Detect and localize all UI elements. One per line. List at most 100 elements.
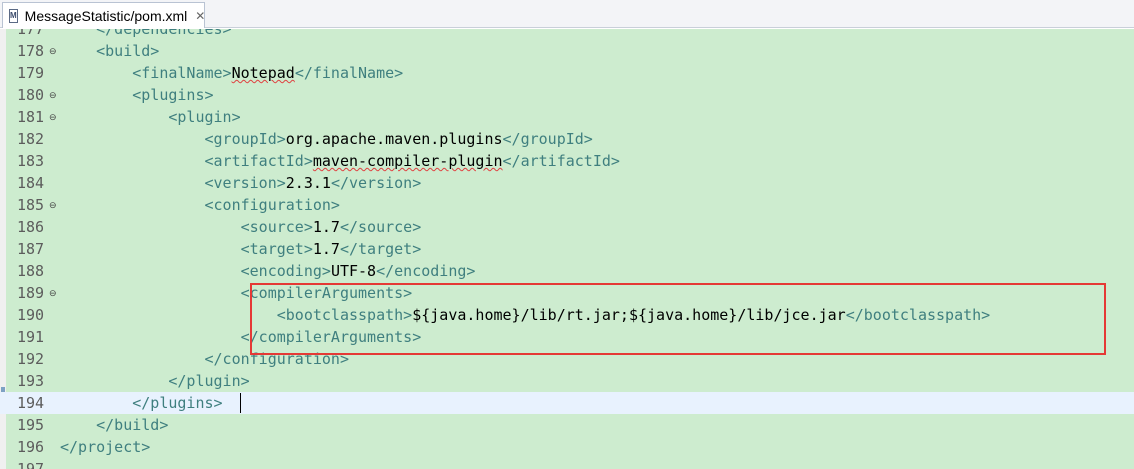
close-icon[interactable]: ✕ [195, 9, 205, 23]
code-line[interactable]: 179 <finalName>Notepad</finalName> [0, 62, 1134, 84]
code-line[interactable]: 178 ⊖ <build> [0, 40, 1134, 62]
xml-tag: <configuration> [204, 196, 340, 214]
xml-tag: </artifactId> [502, 152, 620, 170]
code-text: <build> [60, 40, 159, 62]
code-text: </build> [60, 414, 168, 436]
xml-tag: </plugins> [132, 394, 223, 412]
line-number: 178 [17, 42, 45, 60]
code-text: <plugin> [60, 106, 240, 128]
code-line[interactable]: 181 ⊖ <plugin> [0, 106, 1134, 128]
code-line[interactable]: 186 <source>1.7</source> [0, 216, 1134, 238]
code-line[interactable]: 187 <target>1.7</target> [0, 238, 1134, 260]
fold-toggle-icon[interactable]: ⊖ [49, 40, 57, 62]
fold-toggle-icon[interactable]: ⊖ [49, 282, 57, 304]
line-number: 191 [17, 328, 45, 346]
code-editor[interactable]: 177 </dependencies> 178 ⊖ <build> 179 <fina… [0, 29, 1134, 469]
code-line[interactable]: 196 </project> [0, 436, 1134, 458]
xml-tag: <version> [204, 174, 286, 192]
fold-toggle-icon[interactable]: ⊖ [49, 194, 57, 216]
code-text: <configuration> [60, 194, 340, 216]
xml-tag: <finalName> [132, 64, 232, 82]
xml-text: Notepad [231, 64, 295, 82]
line-number: 194 [17, 394, 45, 412]
code-lines: 177 </dependencies> 178 ⊖ <build> 179 <fina… [0, 29, 1134, 469]
line-number: 197 [17, 460, 45, 469]
text-caret [240, 393, 241, 413]
code-line[interactable]: 177 </dependencies> [0, 29, 1134, 40]
fold-toggle-icon[interactable]: ⊖ [49, 84, 57, 106]
code-text: </plugin> [60, 370, 250, 392]
code-line[interactable]: 184 <version>2.3.1</version> [0, 172, 1134, 194]
xml-tag: </build> [96, 416, 169, 434]
xml-tag: <encoding> [240, 262, 331, 280]
maven-file-icon: M [9, 8, 18, 23]
xml-tag: </finalName> [294, 64, 404, 82]
line-number: 187 [17, 240, 45, 258]
xml-tag: </compilerArguments> [240, 328, 422, 346]
code-text: <artifactId>maven-compiler-plugin</artif… [60, 150, 620, 172]
xml-tag: <target> [240, 240, 313, 258]
tab-pom-xml[interactable]: M MessageStatistic/pom.xml ✕ [2, 2, 205, 28]
xml-tag: </bootclasspath> [845, 306, 991, 324]
code-line[interactable]: 191 </compilerArguments> [0, 326, 1134, 348]
code-text: <encoding>UTF-8</encoding> [60, 260, 476, 282]
code-line[interactable]: 193 </plugin> [0, 370, 1134, 392]
editor-tab-bar: M MessageStatistic/pom.xml ✕ [0, 0, 1134, 28]
code-line[interactable]: 190 <bootclasspath>${java.home}/lib/rt.j… [0, 304, 1134, 326]
xml-text: 1.7 [312, 240, 340, 258]
code-line[interactable]: 182 <groupId>org.apache.maven.plugins</g… [0, 128, 1134, 150]
code-line[interactable]: 194 </plugins> [0, 392, 1134, 414]
xml-tag: <plugins> [132, 86, 214, 104]
line-number: 181 [17, 108, 45, 126]
xml-tag: </plugin> [168, 372, 250, 390]
code-line[interactable]: 189 ⊖ <compilerArguments> [0, 282, 1134, 304]
xml-tag: </version> [330, 174, 422, 192]
code-text: <finalName>Notepad</finalName> [60, 62, 403, 84]
xml-text: UTF-8 [330, 262, 377, 280]
line-number: 195 [17, 416, 45, 434]
code-line[interactable]: 192 </configuration> [0, 348, 1134, 370]
code-text: </project> [60, 436, 150, 458]
xml-text: ${java.home}/lib/rt.jar;${java.home}/lib… [412, 306, 846, 324]
code-text: <groupId>org.apache.maven.plugins</group… [60, 128, 593, 150]
code-text: </configuration> [60, 348, 350, 370]
fold-toggle-icon[interactable]: ⊖ [49, 106, 57, 128]
code-text: <target>1.7</target> [60, 238, 422, 260]
xml-tag: <build> [96, 42, 160, 60]
code-line[interactable]: 183 <artifactId>maven-compiler-plugin</a… [0, 150, 1134, 172]
code-line[interactable]: 188 <encoding>UTF-8</encoding> [0, 260, 1134, 282]
xml-tag: <compilerArguments> [240, 284, 413, 302]
line-number: 192 [17, 350, 45, 368]
line-number: 179 [17, 64, 45, 82]
xml-tag: <artifactId> [204, 152, 313, 170]
xml-text: org.apache.maven.plugins [285, 130, 503, 148]
line-number: 185 [17, 196, 45, 214]
line-number: 189 [17, 284, 45, 302]
code-line[interactable]: 195 </build> [0, 414, 1134, 436]
line-number: 193 [17, 372, 45, 390]
line-number: 184 [17, 174, 45, 192]
xml-tag: </target> [339, 240, 422, 258]
code-text: <version>2.3.1</version> [60, 172, 422, 194]
code-line[interactable]: 185 ⊖ <configuration> [0, 194, 1134, 216]
code-text: </compilerArguments> [60, 326, 422, 348]
xml-tag: <bootclasspath> [276, 306, 413, 324]
code-text: <plugins> [60, 84, 214, 106]
line-number: 180 [17, 86, 45, 104]
code-line[interactable]: 197 [0, 458, 1134, 469]
line-number: 182 [17, 130, 45, 148]
xml-text: 2.3.1 [285, 174, 331, 192]
code-line[interactable]: 180 ⊖ <plugins> [0, 84, 1134, 106]
